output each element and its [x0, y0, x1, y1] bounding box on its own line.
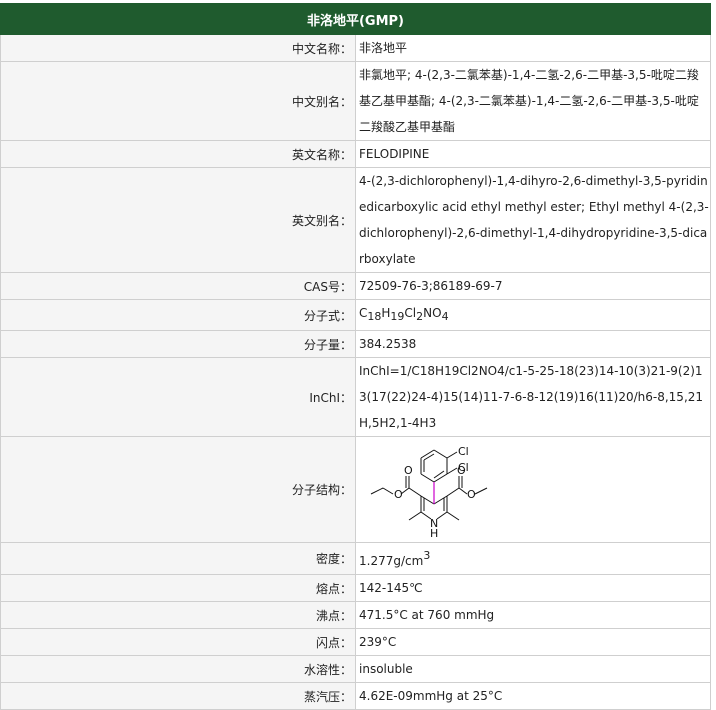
value-cn-alias: 非氯地平; 4-(2,3-二氯苯基)-1,4-二氢-2,6-二甲基-3,5-吡啶…	[355, 61, 711, 141]
formula-o-count: 4	[441, 310, 449, 323]
label-mp: 熔点：	[0, 574, 356, 602]
table-title: 非洛地平(GMP)	[0, 3, 711, 35]
value-en-alias: 4-(2,3-dichlorophenyl)-1,4-dihyro-2,6-di…	[355, 167, 711, 273]
value-cas: 72509-76-3;86189-69-7	[355, 272, 711, 300]
row-en-name: 英文名称： FELODIPINE	[0, 140, 711, 168]
label-fp: 闪点：	[0, 628, 356, 656]
label-bp: 沸点：	[0, 601, 356, 629]
row-cn-name: 中文名称： 非洛地平	[0, 34, 711, 62]
value-vapor: 4.62E-09mmHg at 25°C	[355, 682, 711, 710]
label-cas: CAS号：	[0, 272, 356, 300]
value-inchi: InChI=1/C18H19Cl2NO4/c1-5-25-18(23)14-10…	[355, 357, 711, 437]
row-density: 密度： 1.277g/cm3	[0, 542, 711, 575]
atom-h: H	[430, 527, 438, 540]
label-cn-alias: 中文别名：	[0, 61, 356, 141]
formula-cl: Cl	[404, 306, 417, 320]
row-vapor: 蒸汽压： 4.62E-09mmHg at 25°C	[0, 682, 711, 710]
formula-c-count: 18	[367, 310, 382, 323]
label-cn-name: 中文名称：	[0, 34, 356, 62]
value-cn-name: 非洛地平	[355, 34, 711, 62]
formula-h-count: 19	[390, 310, 405, 323]
density-value: 1.277g/cm	[359, 554, 424, 568]
label-density: 密度：	[0, 542, 356, 575]
row-mp: 熔点： 142-145℃	[0, 574, 711, 602]
row-solubility: 水溶性： insoluble	[0, 655, 711, 683]
value-density: 1.277g/cm3	[355, 542, 711, 575]
property-table: 非洛地平(GMP) 中文名称： 非洛地平 中文别名： 非氯地平; 4-(2,3-…	[0, 3, 711, 710]
row-fp: 闪点： 239°C	[0, 628, 711, 656]
value-structure: Cl Cl O O O O N H	[355, 436, 711, 543]
row-bp: 沸点： 471.5°C at 760 mmHg	[0, 601, 711, 629]
value-formula: C18H19Cl2NO4	[355, 299, 711, 331]
atom-cl-1: Cl	[458, 445, 469, 458]
label-vapor: 蒸汽压：	[0, 682, 356, 710]
atom-o-carbonyl-left: O	[404, 464, 413, 477]
label-mw: 分子量：	[0, 330, 356, 358]
atom-o-carbonyl-right: O	[457, 464, 466, 477]
atom-o-ester-right: O	[467, 488, 476, 501]
row-cn-alias: 中文别名： 非氯地平; 4-(2,3-二氯苯基)-1,4-二氢-2,6-二甲基-…	[0, 61, 711, 141]
label-inchi: InChI：	[0, 357, 356, 437]
density-unit-exponent: 3	[423, 549, 431, 562]
label-en-alias: 英文别名：	[0, 167, 356, 273]
row-mw: 分子量： 384.2538	[0, 330, 711, 358]
value-en-name: FELODIPINE	[355, 140, 711, 168]
value-bp: 471.5°C at 760 mmHg	[355, 601, 711, 629]
label-structure: 分子结构：	[0, 436, 356, 543]
atom-o-ester-left: O	[394, 488, 403, 501]
row-structure: 分子结构： Cl Cl O O O O N H	[0, 436, 711, 543]
label-formula: 分子式：	[0, 299, 356, 331]
row-inchi: InChI： InChI=1/C18H19Cl2NO4/c1-5-25-18(2…	[0, 357, 711, 437]
property-panel: 非洛地平(GMP) 中文名称： 非洛地平 中文别名： 非氯地平; 4-(2,3-…	[0, 0, 716, 710]
value-fp: 239°C	[355, 628, 711, 656]
row-cas: CAS号： 72509-76-3;86189-69-7	[0, 272, 711, 300]
value-mw: 384.2538	[355, 330, 711, 358]
title-row: 非洛地平(GMP)	[0, 3, 711, 35]
row-en-alias: 英文别名： 4-(2,3-dichlorophenyl)-1,4-dihyro-…	[0, 167, 711, 273]
value-solubility: insoluble	[355, 655, 711, 683]
label-en-name: 英文名称：	[0, 140, 356, 168]
molecule-structure-image: Cl Cl O O O O N H	[370, 445, 488, 540]
label-solubility: 水溶性：	[0, 655, 356, 683]
value-mp: 142-145℃	[355, 574, 711, 602]
row-formula: 分子式： C18H19Cl2NO4	[0, 299, 711, 331]
formula-no: NO	[423, 306, 442, 320]
